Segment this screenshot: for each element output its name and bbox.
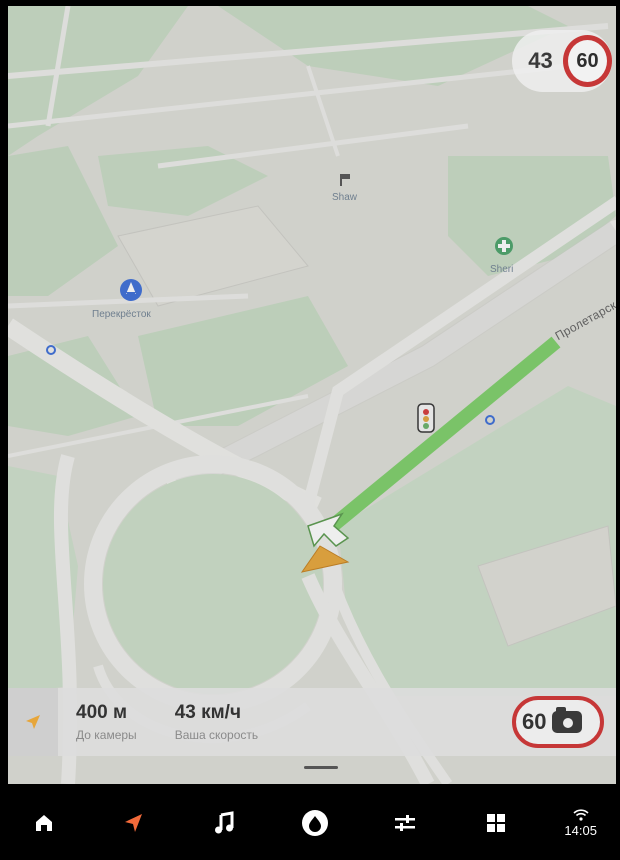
direction-arrow: [8, 688, 58, 756]
bottom-navigation-bar: 14:05: [0, 786, 620, 860]
speed-caption: Ваша скорость: [174, 728, 259, 742]
music-icon: [215, 811, 234, 834]
traffic-light-icon: [417, 403, 435, 433]
nav-navigation-button[interactable]: [89, 786, 180, 860]
current-speed: 43: [528, 48, 553, 73]
roundabout-center: [103, 474, 323, 694]
map-screen[interactable]: Перекрёсток Sheri Shaw Пролетарск 43 60 …: [8, 6, 616, 784]
alice-assistant-icon: [301, 810, 328, 836]
speed-limit-sign: 60: [563, 35, 612, 87]
speed-indicator: 43 60: [512, 30, 612, 92]
store-pin-icon: [120, 279, 142, 301]
wifi-icon: [573, 808, 589, 821]
poi-pharmacy-label: Sheri: [490, 264, 514, 275]
camera-limit-value: 60: [522, 709, 547, 734]
apps-grid-icon: [487, 814, 506, 832]
status-area: 14:05: [541, 786, 620, 860]
navigation-icon: [124, 814, 142, 832]
home-icon: [36, 815, 53, 831]
speed-value: 43 км/ч: [174, 702, 241, 723]
clock-time: 14:05: [564, 822, 597, 838]
nav-assistant-button[interactable]: [270, 786, 361, 860]
map-canvas[interactable]: [8, 6, 616, 784]
nav-music-button[interactable]: [179, 786, 270, 860]
pharmacy-pin-icon: [495, 237, 513, 255]
nav-home-button[interactable]: [0, 786, 89, 860]
distance-caption: До камеры: [76, 728, 137, 742]
distance-block: 400 м До камеры: [76, 702, 137, 742]
settings-sliders-icon: [395, 815, 416, 831]
camera-speed-limit-badge: 60: [512, 696, 604, 748]
navigation-arrow-icon: [26, 715, 40, 729]
poi-store-label: Перекрёсток: [92, 309, 151, 320]
camera-icon: [552, 707, 583, 733]
speed-camera-panel[interactable]: 400 м До камеры 43 км/ч Ваша скорость 60: [8, 688, 616, 756]
speed-block: 43 км/ч Ваша скорость: [175, 702, 258, 742]
nav-settings-button[interactable]: [360, 786, 451, 860]
panel-drag-handle[interactable]: [304, 766, 338, 769]
poi-top-label: Shaw: [332, 192, 358, 203]
distance-value: 400 м: [76, 702, 128, 723]
nav-apps-button[interactable]: [451, 786, 542, 860]
